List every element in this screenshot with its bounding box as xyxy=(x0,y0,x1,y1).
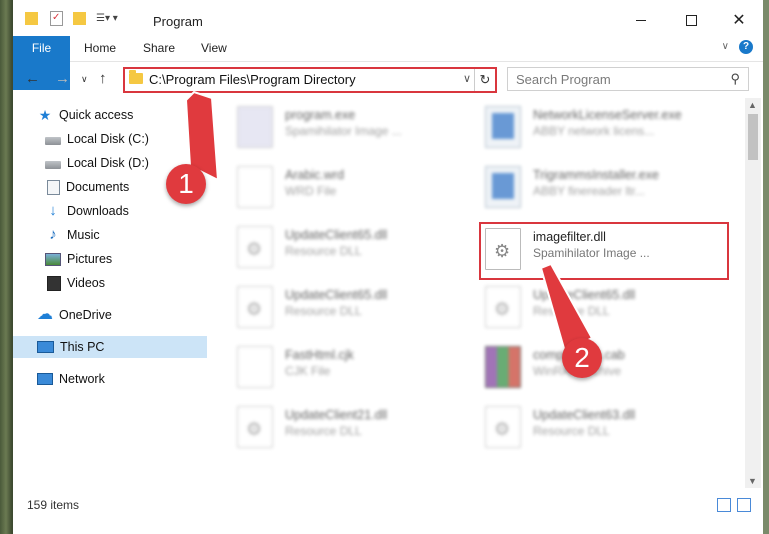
callout-badge-2: 2 xyxy=(562,338,602,378)
callout-arrows xyxy=(184,90,594,354)
callout-badge-1: 1 xyxy=(166,164,206,204)
